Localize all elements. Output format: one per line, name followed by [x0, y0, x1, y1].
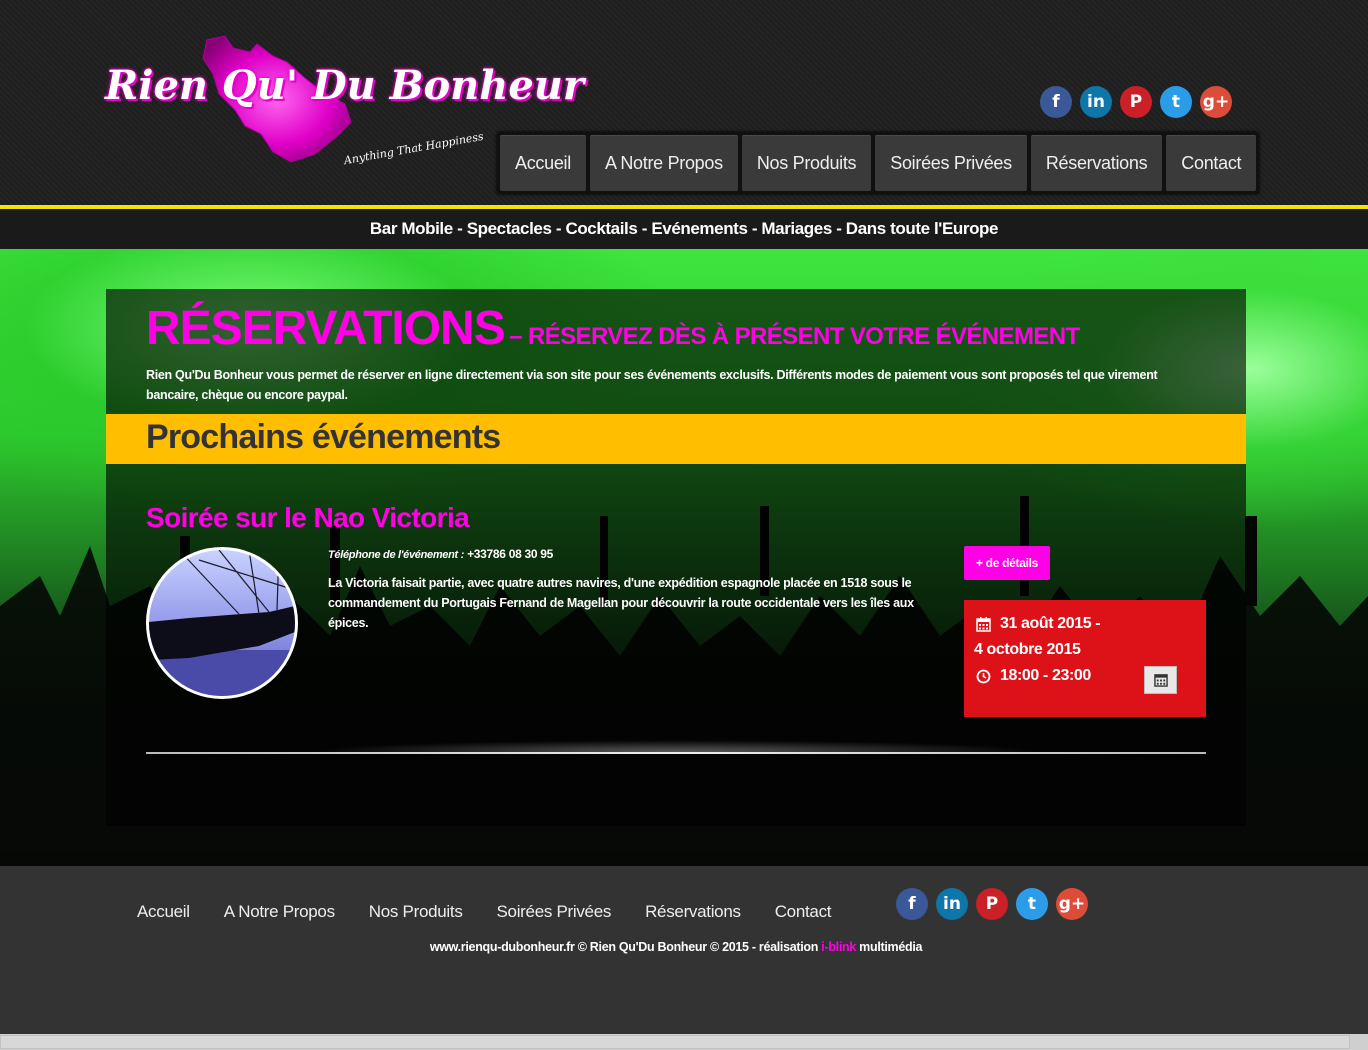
nav-item-reservations[interactable]: Réservations [1030, 135, 1163, 191]
footer-link-nos-produits[interactable]: Nos Produits [369, 902, 463, 922]
divider-glow [306, 740, 1046, 752]
twitter-icon[interactable]: t [1160, 86, 1192, 118]
copyright-suffix: multimédia [856, 940, 923, 954]
event-date-start: 31 août 2015 - [1000, 615, 1101, 632]
event-phone-number[interactable]: +33786 08 30 95 [467, 547, 553, 561]
site-footer: Accueil A Notre Propos Nos Produits Soir… [0, 866, 1368, 1034]
scrollbar-thumb[interactable] [0, 1035, 1350, 1049]
agency-link[interactable]: i-blink [821, 940, 856, 954]
calendar-icon [1153, 674, 1168, 687]
nav-item-nos-produits[interactable]: Nos Produits [741, 135, 872, 191]
page-title-subtitle: – RÉSERVEZ DÈS À PRÉSENT VOTRE ÉVÉNEMENT [509, 323, 1080, 350]
google-plus-icon[interactable]: g+ [1056, 888, 1088, 920]
section-header: Prochains événements [106, 414, 1246, 464]
page-title: RÉSERVATIONS – RÉSERVEZ DÈS À PRÉSENT VO… [146, 301, 1080, 356]
event-time-row: 18:00 - 23:00 [974, 663, 1091, 689]
facebook-icon[interactable]: f [1040, 86, 1072, 118]
clock-icon [974, 663, 992, 684]
event-phone: Téléphone de l'événement : +33786 08 30 … [328, 547, 938, 561]
site-logo[interactable]: Rien Qu' Du Bonheur Anything That Happin… [105, 34, 584, 174]
linkedin-icon[interactable]: in [936, 888, 968, 920]
footer-social-links: f in P t g+ [896, 888, 1088, 920]
logo-tagline: Anything That Happiness [342, 129, 485, 168]
event-title[interactable]: Soirée sur le Nao Victoria [146, 502, 470, 534]
copyright-text: www.rienqu-dubonheur.fr © Rien Qu'Du Bon… [429, 940, 822, 954]
footer-nav: Accueil A Notre Propos Nos Produits Soir… [137, 902, 832, 922]
section-heading: Prochains événements [146, 418, 501, 456]
site-header: Rien Qu' Du Bonheur Anything That Happin… [0, 0, 1368, 205]
pinterest-icon[interactable]: P [1120, 86, 1152, 118]
header-social-links: f in P t g+ [1040, 86, 1232, 118]
event-date-start-row: 31 août 2015 - [974, 611, 1101, 637]
copyright: www.rienqu-dubonheur.fr © Rien Qu'Du Bon… [0, 940, 1352, 954]
linkedin-icon[interactable]: in [1080, 86, 1112, 118]
event-image[interactable] [146, 547, 298, 699]
footer-link-a-notre-propos[interactable]: A Notre Propos [224, 902, 335, 922]
facebook-icon[interactable]: f [896, 888, 928, 920]
event-date-end-row: 4 octobre 2015 [974, 637, 1081, 663]
footer-link-soirees-privees[interactable]: Soirées Privées [497, 902, 612, 922]
event-date-box: 31 août 2015 - 4 octobre 2015 18:00 - 23… [964, 600, 1206, 717]
main-nav: Accueil A Notre Propos Nos Produits Soir… [497, 132, 1260, 194]
event-info: Téléphone de l'événement : +33786 08 30 … [328, 547, 938, 633]
footer-link-reservations[interactable]: Réservations [645, 902, 741, 922]
event-phone-label: Téléphone de l'événement : [328, 549, 465, 561]
footer-link-contact[interactable]: Contact [775, 902, 832, 922]
page-intro: Rien Qu'Du Bonheur vous permet de réserv… [146, 368, 1158, 402]
nav-item-a-notre-propos[interactable]: A Notre Propos [589, 135, 738, 191]
twitter-icon[interactable]: t [1016, 888, 1048, 920]
google-plus-icon[interactable]: g+ [1200, 86, 1232, 118]
ship-image [149, 550, 295, 696]
page-title-main: RÉSERVATIONS [146, 302, 506, 355]
calendar-icon [974, 611, 992, 632]
event-date-end: 4 octobre 2015 [974, 641, 1081, 658]
event-time: 18:00 - 23:00 [1000, 667, 1091, 684]
pinterest-icon[interactable]: P [976, 888, 1008, 920]
event-details-button[interactable]: + de détails [964, 546, 1050, 580]
footer-link-accueil[interactable]: Accueil [137, 902, 190, 922]
event-description: La Victoria faisait partie, avec quatre … [328, 576, 914, 630]
nav-item-soirees-privees[interactable]: Soirées Privées [875, 135, 1027, 191]
event-divider [146, 752, 1206, 754]
nav-item-contact[interactable]: Contact [1166, 135, 1257, 191]
reservations-panel: RÉSERVATIONS – RÉSERVEZ DÈS À PRÉSENT VO… [106, 289, 1246, 826]
site-tagline: Bar Mobile - Spectacles - Cocktails - Ev… [0, 209, 1368, 249]
hero-background: RÉSERVATIONS – RÉSERVEZ DÈS À PRÉSENT VO… [0, 249, 1368, 866]
logo-text: Rien Qu' Du Bonheur [105, 62, 584, 109]
nav-item-accueil[interactable]: Accueil [500, 135, 586, 191]
add-to-calendar-button[interactable] [1144, 666, 1177, 694]
